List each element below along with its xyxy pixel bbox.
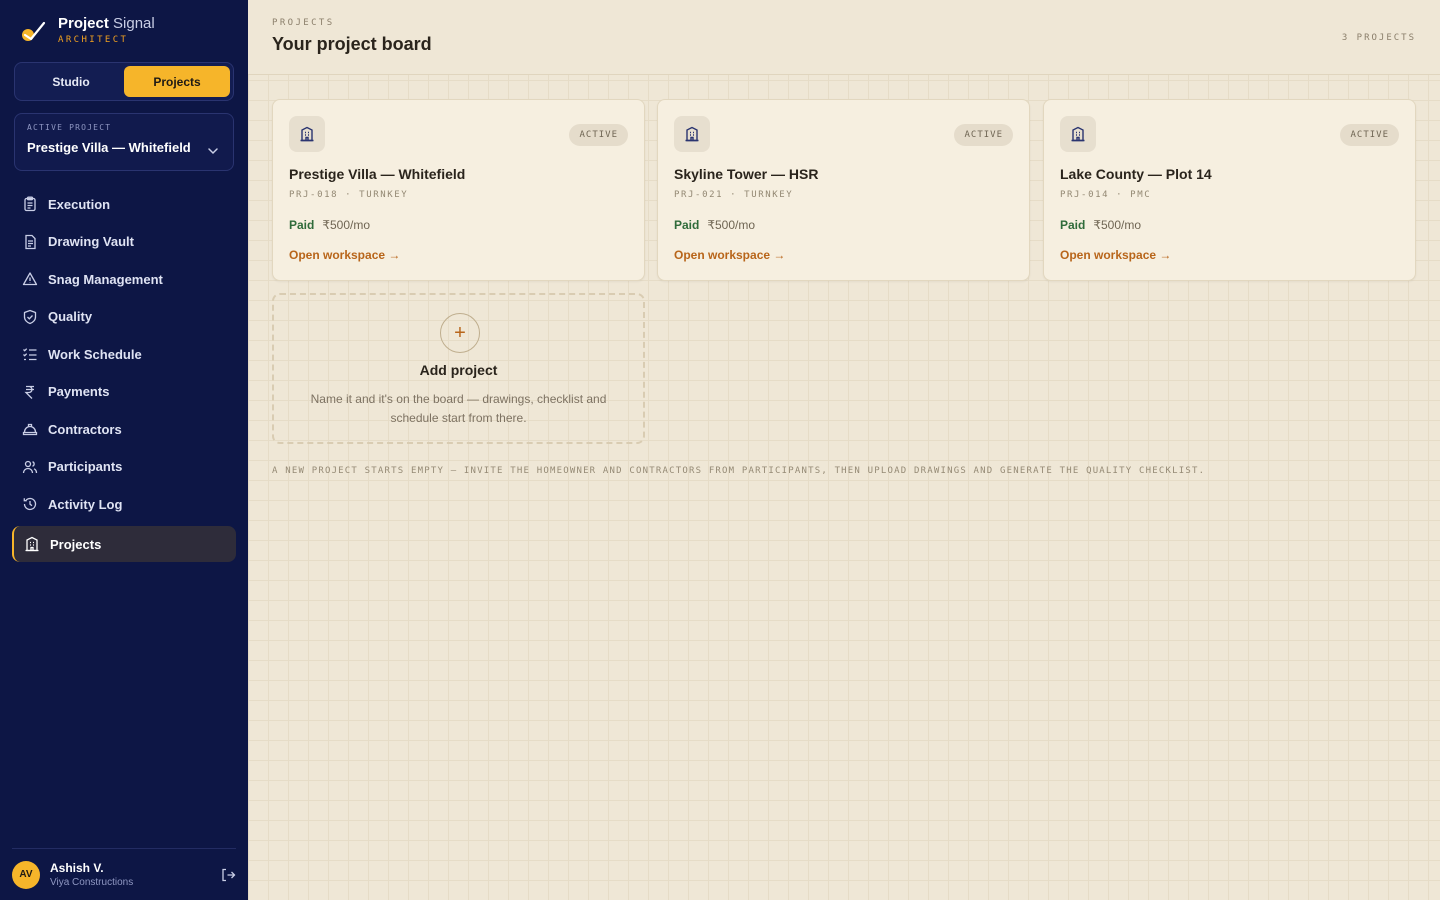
sidebar-item-label: Drawing Vault — [48, 234, 134, 249]
sidebar-item-snag-management[interactable]: Snag Management — [12, 261, 236, 297]
price: ₹500/mo — [1093, 218, 1142, 232]
building-icon — [685, 126, 699, 142]
user-profile: AV Ashish V. Viya Constructions — [12, 848, 236, 900]
sidebar: Project Signal ARCHITECT Studio Projects… — [0, 0, 248, 900]
sidebar-item-drawing-vault[interactable]: Drawing Vault — [12, 224, 236, 260]
users-icon — [22, 460, 38, 473]
avatar[interactable]: AV — [12, 860, 40, 889]
active-project-label: ACTIVE PROJECT — [27, 123, 112, 132]
toggle-studio[interactable]: Studio — [18, 66, 124, 97]
add-project-title: Add project — [419, 362, 498, 378]
sidebar-item-label: Activity Log — [48, 496, 123, 512]
brand[interactable]: Project Signal ARCHITECT — [20, 16, 155, 45]
payment-info: Paid ₹500/mo — [1060, 218, 1141, 232]
list-check-icon — [23, 348, 37, 361]
user-org: Viya Constructions — [50, 877, 134, 888]
active-project-value: Prestige Villa — Whitefield — [27, 140, 191, 155]
sidebar-item-execution[interactable]: Execution — [12, 186, 236, 222]
shield-check-icon — [23, 309, 37, 324]
price: ₹500/mo — [322, 218, 371, 232]
warning-icon — [22, 272, 38, 286]
add-project-card[interactable]: + Add project Name it and it's on the bo… — [272, 293, 645, 444]
sidebar-item-payments[interactable]: Payments — [12, 374, 236, 410]
hard-hat-icon — [22, 423, 38, 436]
sidebar-item-work-schedule[interactable]: Work Schedule — [12, 336, 236, 372]
mode-toggle: Studio Projects — [14, 62, 234, 101]
toggle-projects[interactable]: Projects — [124, 66, 230, 97]
sidebar-item-label: Work Schedule — [48, 346, 142, 362]
building-icon — [25, 536, 39, 552]
sidebar-item-quality[interactable]: Quality — [12, 299, 236, 335]
paid-status: Paid — [289, 218, 315, 232]
sidebar-item-label: Snag Management — [48, 271, 163, 287]
building-icon — [1071, 126, 1085, 142]
chevron-down-icon — [208, 148, 218, 155]
payment-info: Paid ₹500/mo — [289, 218, 370, 232]
project-meta: PRJ-018 · TURNKEY — [289, 190, 409, 200]
sidebar-item-label: Quality — [48, 309, 93, 324]
sidebar-item-label: Participants — [48, 459, 123, 474]
project-meta: PRJ-021 · TURNKEY — [674, 190, 794, 200]
project-count: 3 PROJECTS — [1341, 33, 1416, 43]
status-badge: ACTIVE — [569, 124, 628, 146]
project-icon — [289, 116, 325, 152]
status-badge: ACTIVE — [1340, 124, 1399, 146]
status-badge: ACTIVE — [954, 124, 1013, 146]
project-card[interactable]: ACTIVE Skyline Tower — HSR PRJ-021 · TUR… — [657, 99, 1030, 281]
page-header: PROJECTS Your project board 3 PROJECTS — [248, 0, 1440, 75]
sidebar-item-label: Payments — [48, 384, 110, 399]
open-workspace-link[interactable]: Open workspace → — [289, 248, 400, 262]
project-title: Lake County — Plot 14 — [1060, 166, 1212, 182]
plus-icon: + — [440, 313, 480, 353]
project-icon — [674, 116, 710, 152]
sidebar-item-contractors[interactable]: Contractors — [12, 411, 236, 447]
project-icon — [1060, 116, 1096, 152]
project-title: Skyline Tower — HSR — [674, 166, 819, 182]
page-eyebrow: PROJECTS — [272, 18, 335, 28]
project-card[interactable]: ACTIVE Prestige Villa — Whitefield PRJ-0… — [272, 99, 645, 281]
sidebar-item-label: Contractors — [48, 421, 122, 437]
sidebar-item-projects[interactable]: Projects — [12, 526, 236, 562]
project-meta: PRJ-014 · PMC — [1060, 190, 1152, 200]
document-icon — [25, 234, 36, 249]
logout-icon[interactable] — [220, 867, 236, 883]
active-project-select[interactable]: ACTIVE PROJECT Prestige Villa — Whitefie… — [14, 113, 234, 171]
brand-name: Project Signal — [58, 15, 155, 32]
helper-note: A NEW PROJECT STARTS EMPTY — INVITE THE … — [272, 466, 1206, 476]
signal-logo-icon — [22, 21, 46, 41]
sidebar-item-label: Projects — [50, 536, 102, 552]
user-name: Ashish V. — [50, 861, 104, 875]
project-card[interactable]: ACTIVE Lake County — Plot 14 PRJ-014 · P… — [1043, 99, 1416, 281]
rupee-icon — [24, 385, 34, 399]
open-workspace-link[interactable]: Open workspace → — [674, 248, 785, 262]
project-title: Prestige Villa — Whitefield — [289, 166, 466, 182]
sidebar-item-activity-log[interactable]: Activity Log — [12, 486, 236, 522]
payment-info: Paid ₹500/mo — [674, 218, 755, 232]
building-icon — [300, 126, 314, 142]
add-project-description: Name it and it's on the board — drawings… — [310, 392, 607, 425]
paid-status: Paid — [1060, 218, 1086, 232]
page-title: Your project board — [272, 34, 432, 54]
history-icon — [23, 497, 37, 511]
price: ₹500/mo — [707, 218, 756, 232]
sidebar-item-label: Execution — [48, 196, 111, 212]
main-content: PROJECTS Your project board 3 PROJECTS A… — [248, 0, 1440, 900]
sidebar-item-participants[interactable]: Participants — [12, 449, 236, 485]
open-workspace-link[interactable]: Open workspace → — [1060, 248, 1171, 262]
brand-role: ARCHITECT — [58, 35, 129, 45]
paid-status: Paid — [674, 218, 700, 232]
clipboard-icon — [24, 196, 36, 212]
sidebar-nav: Execution Drawing Vault Snag Management … — [12, 186, 236, 564]
